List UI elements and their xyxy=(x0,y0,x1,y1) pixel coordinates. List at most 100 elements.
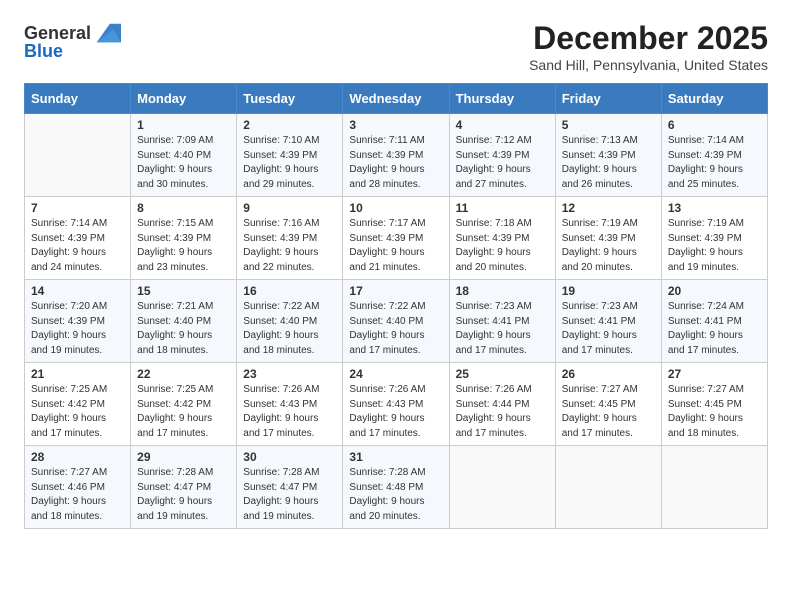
day-number: 19 xyxy=(562,284,655,298)
day-cell: 2 Sunrise: 7:10 AMSunset: 4:39 PMDaylight… xyxy=(237,114,343,197)
day-info: Sunrise: 7:09 AMSunset: 4:40 PMDaylight:… xyxy=(137,134,230,192)
day-number: 10 xyxy=(349,201,442,215)
day-info: Sunrise: 7:26 AMSunset: 4:44 PMDaylight:… xyxy=(456,383,549,441)
day-cell: 1 Sunrise: 7:09 AMSunset: 4:40 PMDaylight… xyxy=(131,114,237,197)
week-row-1: 1 Sunrise: 7:09 AMSunset: 4:40 PMDaylight… xyxy=(25,114,768,197)
day-cell: 10 Sunrise: 7:17 AMSunset: 4:39 PMDayligh… xyxy=(343,197,449,280)
day-info: Sunrise: 7:26 AMSunset: 4:43 PMDaylight:… xyxy=(349,383,442,441)
day-number: 7 xyxy=(31,201,124,215)
day-info: Sunrise: 7:20 AMSunset: 4:39 PMDaylight:… xyxy=(31,300,124,358)
day-cell: 25 Sunrise: 7:26 AMSunset: 4:44 PMDayligh… xyxy=(449,363,555,446)
weekday-header-thursday: Thursday xyxy=(449,84,555,114)
day-number: 5 xyxy=(562,118,655,132)
week-row-5: 28Sunrise: 7:27 AMSunset: 4:46 PMDayligh… xyxy=(25,446,768,529)
day-info: Sunrise: 7:18 AMSunset: 4:39 PMDaylight:… xyxy=(456,217,549,275)
week-row-4: 21Sunrise: 7:25 AMSunset: 4:42 PMDayligh… xyxy=(25,363,768,446)
day-cell xyxy=(555,446,661,529)
day-info: Sunrise: 7:11 AMSunset: 4:39 PMDaylight:… xyxy=(349,134,442,192)
day-number: 9 xyxy=(243,201,336,215)
day-number: 26 xyxy=(562,367,655,381)
day-cell: 6 Sunrise: 7:14 AMSunset: 4:39 PMDaylight… xyxy=(661,114,767,197)
day-info: Sunrise: 7:21 AMSunset: 4:40 PMDaylight:… xyxy=(137,300,230,358)
location-title: Sand Hill, Pennsylvania, United States xyxy=(529,57,768,73)
day-info: Sunrise: 7:14 AMSunset: 4:39 PMDaylight:… xyxy=(668,134,761,192)
weekday-header-monday: Monday xyxy=(131,84,237,114)
day-info: Sunrise: 7:28 AMSunset: 4:47 PMDaylight:… xyxy=(243,466,336,524)
day-cell: 16Sunrise: 7:22 AMSunset: 4:40 PMDayligh… xyxy=(237,280,343,363)
day-number: 6 xyxy=(668,118,761,132)
day-number: 11 xyxy=(456,201,549,215)
day-number: 8 xyxy=(137,201,230,215)
weekday-header-wednesday: Wednesday xyxy=(343,84,449,114)
weekday-header-tuesday: Tuesday xyxy=(237,84,343,114)
day-info: Sunrise: 7:17 AMSunset: 4:39 PMDaylight:… xyxy=(349,217,442,275)
day-info: Sunrise: 7:27 AMSunset: 4:45 PMDaylight:… xyxy=(562,383,655,441)
day-number: 20 xyxy=(668,284,761,298)
day-number: 12 xyxy=(562,201,655,215)
day-info: Sunrise: 7:10 AMSunset: 4:39 PMDaylight:… xyxy=(243,134,336,192)
day-info: Sunrise: 7:19 AMSunset: 4:39 PMDaylight:… xyxy=(562,217,655,275)
day-number: 22 xyxy=(137,367,230,381)
logo: General Blue xyxy=(24,20,121,62)
day-info: Sunrise: 7:14 AMSunset: 4:39 PMDaylight:… xyxy=(31,217,124,275)
weekday-header-saturday: Saturday xyxy=(661,84,767,114)
day-cell xyxy=(449,446,555,529)
day-number: 1 xyxy=(137,118,230,132)
day-cell: 13 Sunrise: 7:19 AMSunset: 4:39 PMDayligh… xyxy=(661,197,767,280)
logo-blue-text: Blue xyxy=(24,42,63,62)
day-cell: 8Sunrise: 7:15 AMSunset: 4:39 PMDaylight… xyxy=(131,197,237,280)
day-cell: 5Sunrise: 7:13 AMSunset: 4:39 PMDaylight… xyxy=(555,114,661,197)
day-number: 13 xyxy=(668,201,761,215)
day-number: 29 xyxy=(137,450,230,464)
day-number: 27 xyxy=(668,367,761,381)
day-info: Sunrise: 7:26 AMSunset: 4:43 PMDaylight:… xyxy=(243,383,336,441)
day-info: Sunrise: 7:25 AMSunset: 4:42 PMDaylight:… xyxy=(137,383,230,441)
day-cell: 14 Sunrise: 7:20 AMSunset: 4:39 PMDayligh… xyxy=(25,280,131,363)
day-info: Sunrise: 7:12 AMSunset: 4:39 PMDaylight:… xyxy=(456,134,549,192)
day-number: 15 xyxy=(137,284,230,298)
day-cell: 21Sunrise: 7:25 AMSunset: 4:42 PMDayligh… xyxy=(25,363,131,446)
day-info: Sunrise: 7:19 AMSunset: 4:39 PMDaylight:… xyxy=(668,217,761,275)
day-info: Sunrise: 7:24 AMSunset: 4:41 PMDaylight:… xyxy=(668,300,761,358)
day-number: 25 xyxy=(456,367,549,381)
day-info: Sunrise: 7:23 AMSunset: 4:41 PMDaylight:… xyxy=(562,300,655,358)
day-number: 24 xyxy=(349,367,442,381)
week-row-2: 7 Sunrise: 7:14 AMSunset: 4:39 PMDaylight… xyxy=(25,197,768,280)
day-number: 3 xyxy=(349,118,442,132)
day-cell: 27 Sunrise: 7:27 AMSunset: 4:45 PMDayligh… xyxy=(661,363,767,446)
title-area: December 2025 Sand Hill, Pennsylvania, U… xyxy=(529,20,768,73)
day-cell: 23 Sunrise: 7:26 AMSunset: 4:43 PMDayligh… xyxy=(237,363,343,446)
day-cell: 28Sunrise: 7:27 AMSunset: 4:46 PMDayligh… xyxy=(25,446,131,529)
day-cell: 22 Sunrise: 7:25 AMSunset: 4:42 PMDayligh… xyxy=(131,363,237,446)
day-cell: 30 Sunrise: 7:28 AMSunset: 4:47 PMDayligh… xyxy=(237,446,343,529)
day-cell: 29 Sunrise: 7:28 AMSunset: 4:47 PMDayligh… xyxy=(131,446,237,529)
day-cell: 20 Sunrise: 7:24 AMSunset: 4:41 PMDayligh… xyxy=(661,280,767,363)
day-number: 18 xyxy=(456,284,549,298)
day-number: 31 xyxy=(349,450,442,464)
week-row-3: 14 Sunrise: 7:20 AMSunset: 4:39 PMDayligh… xyxy=(25,280,768,363)
day-info: Sunrise: 7:28 AMSunset: 4:48 PMDaylight:… xyxy=(349,466,442,524)
day-cell: 9Sunrise: 7:16 AMSunset: 4:39 PMDaylight… xyxy=(237,197,343,280)
day-cell: 18 Sunrise: 7:23 AMSunset: 4:41 PMDayligh… xyxy=(449,280,555,363)
weekday-header-row: SundayMondayTuesdayWednesdayThursdayFrid… xyxy=(25,84,768,114)
day-number: 2 xyxy=(243,118,336,132)
day-number: 4 xyxy=(456,118,549,132)
logo-icon xyxy=(93,20,121,48)
day-info: Sunrise: 7:23 AMSunset: 4:41 PMDaylight:… xyxy=(456,300,549,358)
day-number: 30 xyxy=(243,450,336,464)
day-cell: 12 Sunrise: 7:19 AMSunset: 4:39 PMDayligh… xyxy=(555,197,661,280)
weekday-header-sunday: Sunday xyxy=(25,84,131,114)
month-title: December 2025 xyxy=(529,20,768,57)
header: General Blue December 2025 Sand Hill, Pe… xyxy=(24,20,768,73)
day-number: 28 xyxy=(31,450,124,464)
day-info: Sunrise: 7:22 AMSunset: 4:40 PMDaylight:… xyxy=(243,300,336,358)
day-cell: 4 Sunrise: 7:12 AMSunset: 4:39 PMDaylight… xyxy=(449,114,555,197)
day-number: 17 xyxy=(349,284,442,298)
day-info: Sunrise: 7:22 AMSunset: 4:40 PMDaylight:… xyxy=(349,300,442,358)
day-info: Sunrise: 7:27 AMSunset: 4:45 PMDaylight:… xyxy=(668,383,761,441)
day-cell: 11 Sunrise: 7:18 AMSunset: 4:39 PMDayligh… xyxy=(449,197,555,280)
day-cell: 17 Sunrise: 7:22 AMSunset: 4:40 PMDayligh… xyxy=(343,280,449,363)
day-number: 14 xyxy=(31,284,124,298)
day-number: 23 xyxy=(243,367,336,381)
day-info: Sunrise: 7:28 AMSunset: 4:47 PMDaylight:… xyxy=(137,466,230,524)
